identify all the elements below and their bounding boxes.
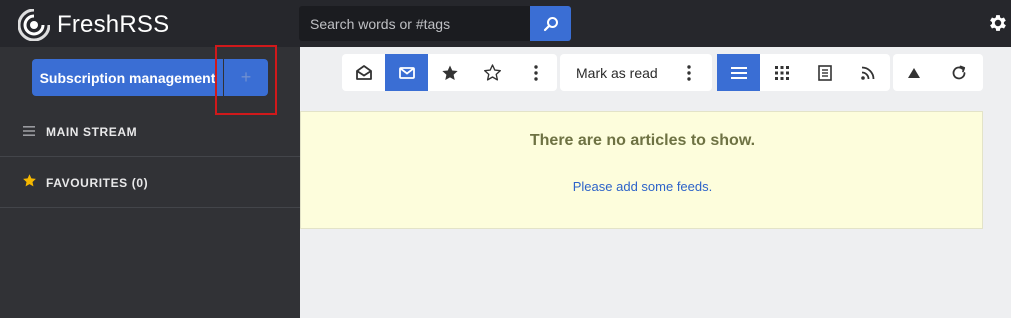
search-button[interactable] — [530, 6, 571, 41]
refresh-button[interactable] — [935, 54, 983, 91]
list-icon — [22, 123, 36, 141]
filter-toolbar — [342, 54, 557, 91]
sidebar-item-label: FAVOURITES (0) — [46, 175, 149, 190]
add-feeds-link[interactable]: Please add some feeds. — [301, 179, 984, 194]
highlight-box — [215, 45, 277, 115]
no-articles-message: There are no articles to show. — [529, 132, 756, 149]
scroll-up-button[interactable] — [893, 54, 935, 91]
sidebar-item-label: MAIN STREAM — [46, 124, 138, 139]
search-input[interactable] — [299, 6, 530, 41]
unstarred-filter-button[interactable] — [471, 54, 514, 91]
normal-view-icon — [730, 66, 747, 79]
mark-read-more-button[interactable] — [674, 54, 704, 91]
app-logo[interactable]: FreshRSS — [18, 9, 169, 41]
sidebar: Subscription management + MAIN STREAM FA… — [0, 45, 300, 318]
grid-view-icon — [774, 65, 789, 80]
mark-as-read-button[interactable]: Mark as read — [560, 54, 674, 91]
grid-view-button[interactable] — [760, 54, 803, 91]
normal-view-button[interactable] — [717, 54, 760, 91]
unstarred-icon — [483, 64, 502, 81]
reader-view-icon — [817, 64, 832, 81]
gear-icon[interactable] — [987, 12, 1009, 34]
sidebar-item-favourites[interactable]: FAVOURITES (0) — [0, 158, 300, 208]
star-icon — [22, 173, 36, 193]
unread-filter-button[interactable] — [385, 54, 428, 91]
view-mode-toolbar — [717, 54, 890, 91]
app-title: FreshRSS — [57, 11, 170, 38]
unread-icon — [398, 66, 415, 79]
mark-read-toolbar: Mark as read — [560, 54, 712, 91]
subscription-management-button[interactable]: Subscription management — [32, 59, 223, 96]
rss-icon — [860, 66, 874, 80]
starred-icon — [441, 65, 458, 80]
sidebar-item-main-stream[interactable]: MAIN STREAM — [0, 107, 300, 157]
top-bar: FreshRSS — [0, 0, 1011, 47]
read-icon — [355, 64, 372, 80]
scroll-up-icon — [908, 67, 920, 78]
reader-view-button[interactable] — [803, 54, 846, 91]
more-icon — [533, 64, 538, 81]
search-icon — [543, 16, 558, 31]
refresh-icon — [952, 65, 966, 79]
read-filter-button[interactable] — [342, 54, 385, 91]
filter-more-button[interactable] — [514, 54, 557, 91]
empty-state-notice: There are no articles to show. Please ad… — [300, 111, 983, 229]
actions-toolbar — [893, 54, 983, 91]
freshrss-logo-icon — [18, 9, 50, 41]
rss-feed-button[interactable] — [846, 54, 889, 91]
starred-filter-button[interactable] — [428, 54, 471, 91]
more-icon — [687, 64, 691, 81]
